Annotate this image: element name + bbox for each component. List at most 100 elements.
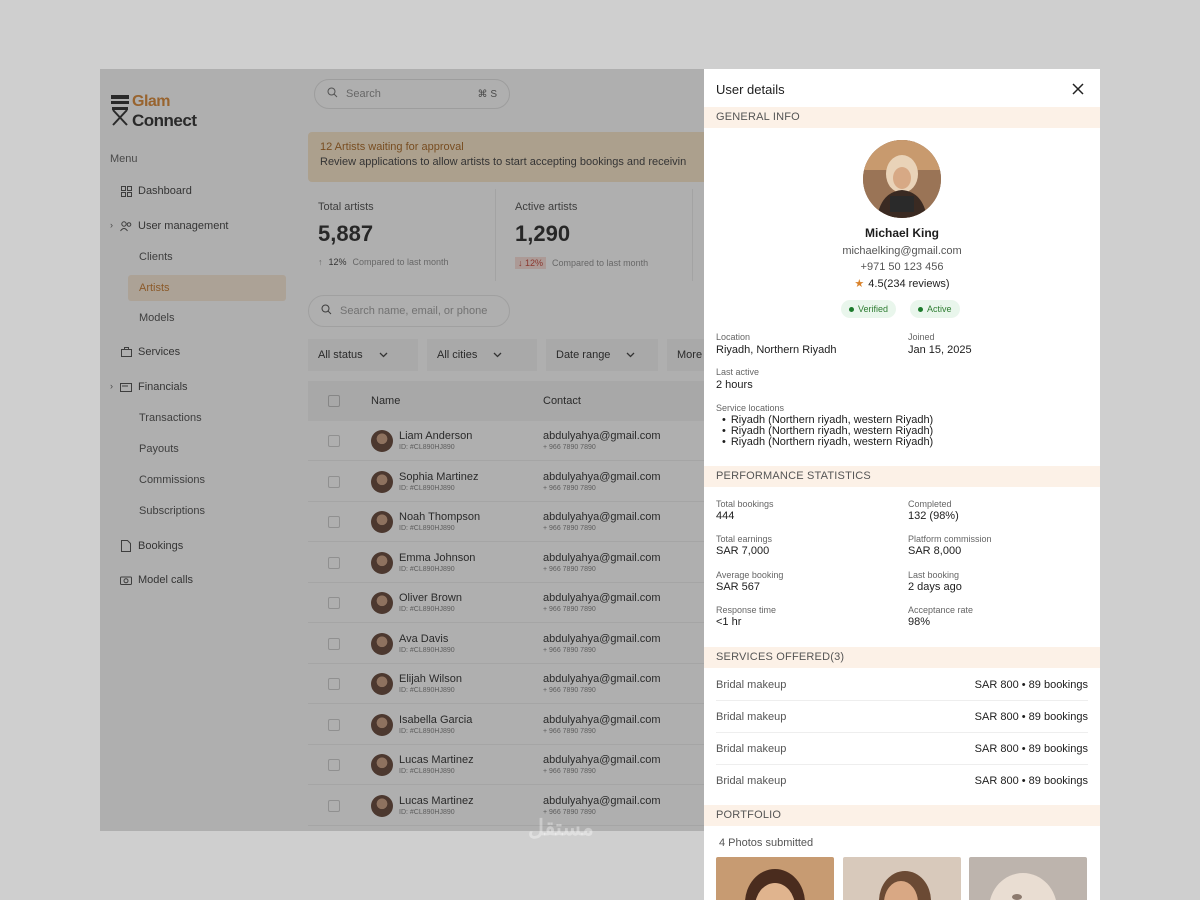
sidebar-item-label: Bookings bbox=[138, 540, 184, 552]
stat-value: 1,290 bbox=[515, 221, 571, 246]
search-icon bbox=[321, 304, 332, 318]
sidebar-item-user-management[interactable]: User management bbox=[120, 216, 229, 236]
sidebar-item-payouts[interactable]: Payouts bbox=[139, 439, 179, 459]
arrow-down-icon: ↓ bbox=[518, 258, 526, 268]
artist-search-input[interactable]: Search name, email, or phone bbox=[308, 295, 510, 327]
artist-id: ID: #CL890HJ890 bbox=[399, 565, 455, 573]
table-row[interactable]: Elijah Wilson ID: #CL890HJ890 abdulyahya@g… bbox=[308, 664, 704, 704]
chevron-right-icon[interactable]: › bbox=[110, 220, 113, 230]
table-row[interactable]: Liam Anderson ID: #CL890HJ890 abdulyahya@g… bbox=[308, 421, 704, 461]
avatar bbox=[371, 713, 393, 736]
stat-value: 5,887 bbox=[318, 221, 374, 246]
stat-title: Total artists bbox=[318, 201, 374, 213]
row-checkbox[interactable] bbox=[328, 475, 340, 488]
close-icon[interactable] bbox=[1070, 81, 1086, 97]
service-row: Bridal makeup SAR 800 • 89 bookings bbox=[716, 733, 1088, 765]
last-active-value: 2 hours bbox=[716, 379, 753, 391]
row-checkbox[interactable] bbox=[328, 556, 340, 569]
badge-label: Active bbox=[927, 304, 952, 314]
stat-card-total-artists: Total artists 5,887 ↑ 12% Compared to la… bbox=[306, 189, 496, 281]
artist-name: Oliver Brown bbox=[399, 592, 462, 604]
portfolio-photo[interactable] bbox=[716, 857, 834, 900]
table-row[interactable]: Noah Thompson ID: #CL890HJ890 abdulyahya@g… bbox=[308, 502, 704, 542]
wallet-icon bbox=[120, 381, 132, 393]
section-services-offered: SERVICES OFFERED(3) bbox=[704, 647, 1100, 668]
chevron-down-icon bbox=[626, 349, 635, 361]
table-row[interactable]: Sophia Martinez ID: #CL890HJ890 abdulyahya… bbox=[308, 462, 704, 502]
portfolio-photo[interactable] bbox=[843, 857, 961, 900]
artist-id: ID: #CL890HJ890 bbox=[399, 768, 455, 775]
sidebar-item-model-calls[interactable]: Model calls bbox=[120, 570, 193, 590]
sidebar-item-commissions[interactable]: Commissions bbox=[139, 470, 205, 490]
artist-name: Noah Thompson bbox=[399, 511, 481, 523]
sidebar-item-label: Model calls bbox=[138, 574, 194, 586]
sidebar-item-subscriptions[interactable]: Subscriptions bbox=[139, 501, 205, 521]
sidebar-item-dashboard[interactable]: Dashboard bbox=[120, 181, 192, 201]
total-earnings-value: SAR 7,000 bbox=[716, 545, 770, 557]
stat-percent-down: ↓ 12% bbox=[515, 257, 547, 269]
table-row[interactable]: Oliver Brown ID: #CL890HJ890 abdulyahya@gm… bbox=[308, 583, 704, 623]
artist-name: Isabella Garcia bbox=[399, 713, 473, 726]
rating-text: 4.5(234 reviews) bbox=[868, 278, 950, 290]
artist-email: abdulyahya@gmail.com bbox=[543, 632, 661, 645]
row-checkbox[interactable] bbox=[328, 435, 340, 447]
sidebar-item-bookings[interactable]: Bookings bbox=[120, 536, 183, 556]
location-label: Location bbox=[716, 332, 751, 342]
table-row[interactable]: Lucas Martinez ID: #CL890HJ890 abdulyahya@… bbox=[308, 786, 704, 826]
total-earnings-label: Total earnings bbox=[716, 534, 773, 544]
approval-banner[interactable]: 12 Artists waiting for approval Review a… bbox=[308, 132, 728, 182]
artist-email: abdulyahya@gmail.com bbox=[543, 470, 661, 483]
row-checkbox[interactable] bbox=[328, 637, 340, 650]
avatar bbox=[371, 754, 393, 776]
service-price: SAR 800 • 89 bookings bbox=[974, 775, 1088, 787]
users-icon bbox=[120, 220, 132, 232]
service-locations-label: Service locations bbox=[716, 403, 785, 413]
sidebar-item-financials[interactable]: Financials bbox=[120, 377, 188, 397]
brand-logo: Glam Connect bbox=[110, 91, 220, 131]
row-checkbox[interactable] bbox=[328, 516, 340, 528]
sidebar-item-label: User management bbox=[138, 220, 229, 232]
avatar bbox=[371, 430, 393, 452]
status-dot bbox=[918, 306, 923, 312]
select-all-checkbox[interactable] bbox=[328, 395, 340, 407]
chevron-right-icon[interactable]: › bbox=[110, 381, 113, 391]
verified-badge: Verified bbox=[841, 300, 897, 318]
artist-phone: + 966 7890 7890 bbox=[543, 525, 596, 532]
stat-note: Compared to last month bbox=[552, 258, 649, 268]
artist-email: abdulyahya@gmail.com bbox=[543, 794, 661, 807]
stat-delta: ↓ 12% Compared to last month bbox=[515, 257, 680, 269]
table-row[interactable]: Isabella Garcia ID: #CL890HJ890 abdulyahya… bbox=[308, 705, 704, 745]
avatar bbox=[371, 511, 393, 533]
artist-id: ID: #CL890HJ890 bbox=[399, 727, 455, 735]
table-row[interactable]: Ava Davis ID: #CL890HJ890 abdulyahya@gmail… bbox=[308, 624, 704, 664]
artist-phone: + 966 7890 7890 bbox=[543, 444, 596, 451]
chevron-down-icon bbox=[493, 349, 502, 361]
sidebar-item-clients[interactable]: Clients bbox=[139, 247, 173, 267]
service-price: SAR 800 • 89 bookings bbox=[974, 743, 1088, 755]
search-placeholder: Search bbox=[346, 88, 381, 100]
avatar bbox=[371, 470, 393, 493]
row-checkbox[interactable] bbox=[328, 678, 340, 690]
city-filter[interactable]: All cities bbox=[427, 339, 537, 371]
sidebar-item-transactions[interactable]: Transactions bbox=[139, 408, 202, 428]
last-booking-label: Last booking bbox=[908, 570, 960, 580]
table-row[interactable]: Emma Johnson ID: #CL890HJ890 abdulyahya@gm… bbox=[308, 543, 704, 583]
row-checkbox[interactable] bbox=[328, 597, 340, 609]
service-name: Bridal makeup bbox=[716, 775, 787, 787]
status-filter[interactable]: All status bbox=[308, 339, 418, 371]
joined-value: Jan 15, 2025 bbox=[908, 344, 972, 356]
joined-label: Joined bbox=[908, 332, 935, 342]
sidebar-item-models[interactable]: Models bbox=[139, 308, 174, 328]
artist-email: abdulyahya@gmail.com bbox=[543, 592, 661, 604]
portfolio-photo[interactable] bbox=[969, 857, 1087, 900]
row-checkbox[interactable] bbox=[328, 759, 340, 771]
date-range-filter[interactable]: Date range bbox=[546, 339, 658, 371]
global-search-input[interactable]: Search ⌘ S bbox=[314, 79, 510, 109]
table-row[interactable]: Lucas Martinez ID: #CL890HJ890 abdulyahya@… bbox=[308, 745, 704, 785]
sidebar-item-services[interactable]: Services bbox=[120, 342, 180, 362]
row-checkbox[interactable] bbox=[328, 718, 340, 731]
service-location-item: Riyadh (Northern riyadh, western Riyadh) bbox=[722, 437, 933, 448]
row-checkbox[interactable] bbox=[328, 799, 340, 812]
filter-label: More bbox=[677, 349, 703, 361]
sidebar-item-artists[interactable]: Artists bbox=[128, 275, 286, 301]
